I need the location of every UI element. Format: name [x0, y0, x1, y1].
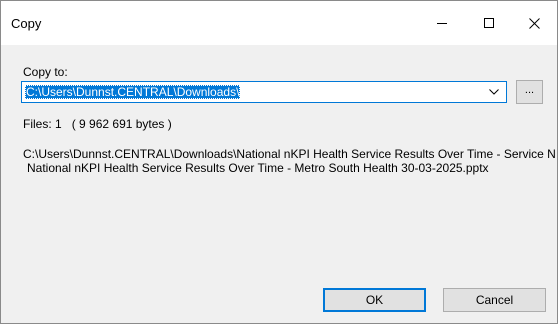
close-button[interactable]	[511, 1, 557, 45]
files-summary: Files: 1 ( 9 962 691 bytes )	[23, 117, 172, 131]
copy-dialog: Copy Copy to: C:\Users\Dunnst.CENTRAL\Do…	[0, 0, 558, 324]
browse-button[interactable]: ...	[516, 80, 543, 104]
title-bar[interactable]: Copy	[1, 1, 557, 45]
file-path-line: C:\Users\Dunnst.CENTRAL\Downloads\Nation…	[23, 147, 556, 161]
file-path-line: National nKPI Health Service Results Ove…	[27, 161, 489, 175]
copy-to-label: Copy to:	[23, 65, 68, 79]
files-size: ( 9 962 691 bytes )	[71, 117, 172, 131]
maximize-button[interactable]	[466, 1, 512, 45]
copy-to-combobox[interactable]: C:\Users\Dunnst.CENTRAL\Downloads\	[21, 81, 507, 103]
cancel-button[interactable]: Cancel	[443, 288, 546, 312]
minimize-icon	[437, 23, 447, 24]
maximize-icon	[484, 18, 494, 28]
window-title: Copy	[11, 16, 42, 31]
dropdown-button[interactable]	[486, 85, 502, 99]
copy-to-input-value[interactable]: C:\Users\Dunnst.CENTRAL\Downloads\	[25, 85, 241, 99]
ok-button[interactable]: OK	[323, 288, 426, 312]
close-icon	[528, 17, 540, 29]
files-count: Files: 1	[23, 117, 62, 131]
minimize-button[interactable]	[419, 1, 465, 45]
chevron-down-icon	[489, 89, 499, 95]
